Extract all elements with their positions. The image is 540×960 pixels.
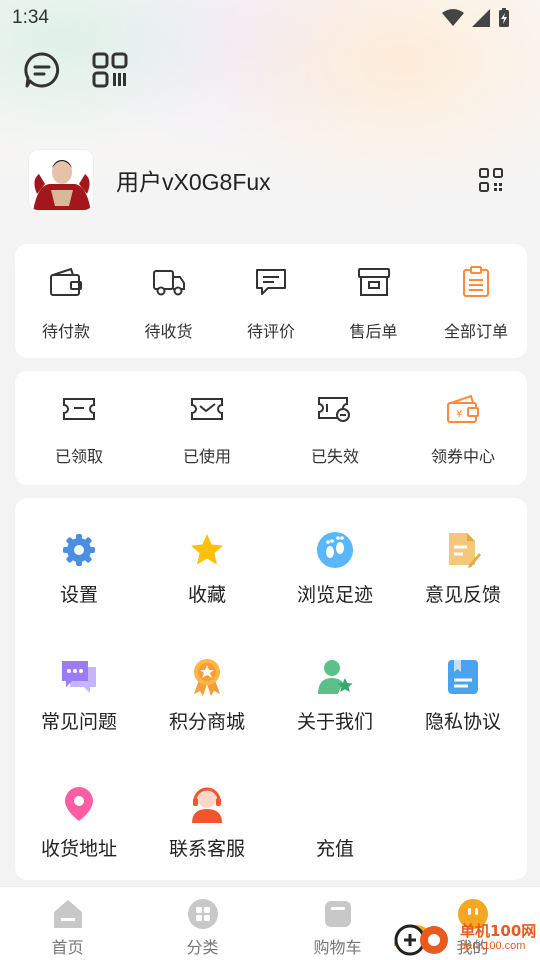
tab-label: 分类: [186, 938, 219, 957]
headset-agent-icon: [187, 784, 227, 824]
comment-icon: [253, 264, 289, 300]
status-bar: 1:34: [0, 0, 540, 36]
coupon-used[interactable]: 已使用: [143, 371, 271, 485]
coupon-label: 领券中心: [430, 447, 495, 466]
service-label: 收货地址: [40, 838, 117, 860]
order-label: 待评价: [246, 322, 295, 341]
medal-icon: [187, 657, 227, 697]
order-label: 全部订单: [443, 322, 508, 341]
service-label: 设置: [59, 584, 98, 606]
message-icon[interactable]: [22, 50, 62, 90]
truck-icon: [151, 264, 187, 300]
service-customer-support[interactable]: 联系客服: [143, 752, 271, 879]
svg-text:¥: ¥: [456, 409, 462, 420]
tab-home[interactable]: 首页: [0, 887, 135, 960]
service-address[interactable]: 收货地址: [15, 752, 143, 879]
service-label: 关于我们: [296, 711, 373, 733]
service-points-mall[interactable]: 积分商城: [143, 625, 271, 752]
coupon-center[interactable]: ¥ 领券中心: [399, 371, 527, 485]
category-grid-icon: [186, 897, 220, 931]
coupon-label: 已失效: [310, 447, 359, 466]
services-card: 设置 收藏 浏览足迹 意见反馈 常见问题 积分商城 关于我们 隐私协议 收货地址…: [15, 498, 527, 880]
service-label: 收藏: [187, 584, 226, 606]
scan-qr-icon[interactable]: [90, 50, 130, 90]
wallet-icon: [48, 264, 84, 300]
watermark-text: 单机100网 danji100.com: [460, 924, 536, 952]
profile-header: 用户vX0G8Fux: [28, 148, 512, 212]
service-label: 充值: [315, 838, 354, 860]
wifi-icon: [442, 9, 464, 26]
service-faq[interactable]: 常见问题: [15, 625, 143, 752]
service-recharge[interactable]: 充值: [271, 752, 399, 879]
service-history[interactable]: 浏览足迹: [271, 498, 399, 625]
order-after-sales[interactable]: 售后单: [323, 244, 425, 358]
feedback-doc-icon: [443, 530, 483, 570]
service-label: 意见反馈: [424, 584, 501, 606]
tab-cart[interactable]: 购物车: [270, 887, 405, 960]
coupon-label: 已领取: [54, 447, 103, 466]
document-icon: [443, 657, 483, 697]
watermark-line2: danji100.com: [460, 940, 526, 952]
service-settings[interactable]: 设置: [15, 498, 143, 625]
gear-icon: [59, 530, 99, 570]
coupons-card: 已领取 已使用 已失效 ¥ 领券中心: [15, 371, 527, 485]
ticket-icon: [61, 393, 97, 425]
status-icons: [442, 8, 510, 28]
home-icon: [51, 897, 85, 931]
order-label: 待付款: [41, 322, 90, 341]
service-label: 隐私协议: [424, 711, 501, 733]
tab-label: 首页: [51, 938, 84, 957]
coupon-wallet-icon: ¥: [445, 393, 481, 425]
watermark: 单机100网 danji100.com: [390, 916, 540, 960]
watermark-logo: [390, 916, 454, 960]
ticket-check-icon: [189, 393, 225, 425]
coupon-label: 已使用: [182, 447, 231, 466]
battery-icon: [499, 8, 509, 27]
username: 用户vX0G8Fux: [116, 169, 271, 195]
service-privacy[interactable]: 隐私协议: [399, 625, 527, 752]
status-time: 1:34: [12, 7, 49, 28]
order-label: 售后单: [349, 322, 398, 341]
order-label: 待收货: [144, 322, 193, 341]
shopping-cart-icon: [321, 897, 355, 931]
service-label: 联系客服: [168, 838, 245, 860]
location-pin-icon: [59, 784, 99, 824]
order-all[interactable]: 全部订单: [425, 244, 527, 358]
tab-category[interactable]: 分类: [135, 887, 270, 960]
user-star-icon: [315, 657, 355, 697]
watermark-line1: 单机100网: [460, 922, 537, 940]
avatar[interactable]: [28, 149, 94, 211]
coupon-received[interactable]: 已领取: [15, 371, 143, 485]
orders-card: 待付款 待收货 待评价 售后单 全部订单: [15, 244, 527, 358]
service-label: 常见问题: [40, 711, 117, 733]
service-label: 浏览足迹: [296, 584, 373, 606]
archive-box-icon: [356, 264, 392, 300]
order-pending-review[interactable]: 待评价: [220, 244, 322, 358]
top-actions: [22, 50, 130, 90]
star-icon: [187, 530, 227, 570]
tab-label: 购物车: [313, 938, 362, 957]
ticket-expired-icon: [317, 393, 353, 425]
order-pending-receipt[interactable]: 待收货: [118, 244, 220, 358]
chat-bubbles-icon: [59, 657, 99, 697]
clipboard-icon: [458, 264, 494, 300]
coupon-expired[interactable]: 已失效: [271, 371, 399, 485]
service-label: 积分商城: [168, 711, 245, 733]
service-favorites[interactable]: 收藏: [143, 498, 271, 625]
signal-icon: [472, 9, 490, 27]
footprint-icon: [315, 530, 355, 570]
order-pending-payment[interactable]: 待付款: [15, 244, 117, 358]
qr-code-icon[interactable]: [476, 165, 506, 195]
service-about-us[interactable]: 关于我们: [271, 625, 399, 752]
service-feedback[interactable]: 意见反馈: [399, 498, 527, 625]
